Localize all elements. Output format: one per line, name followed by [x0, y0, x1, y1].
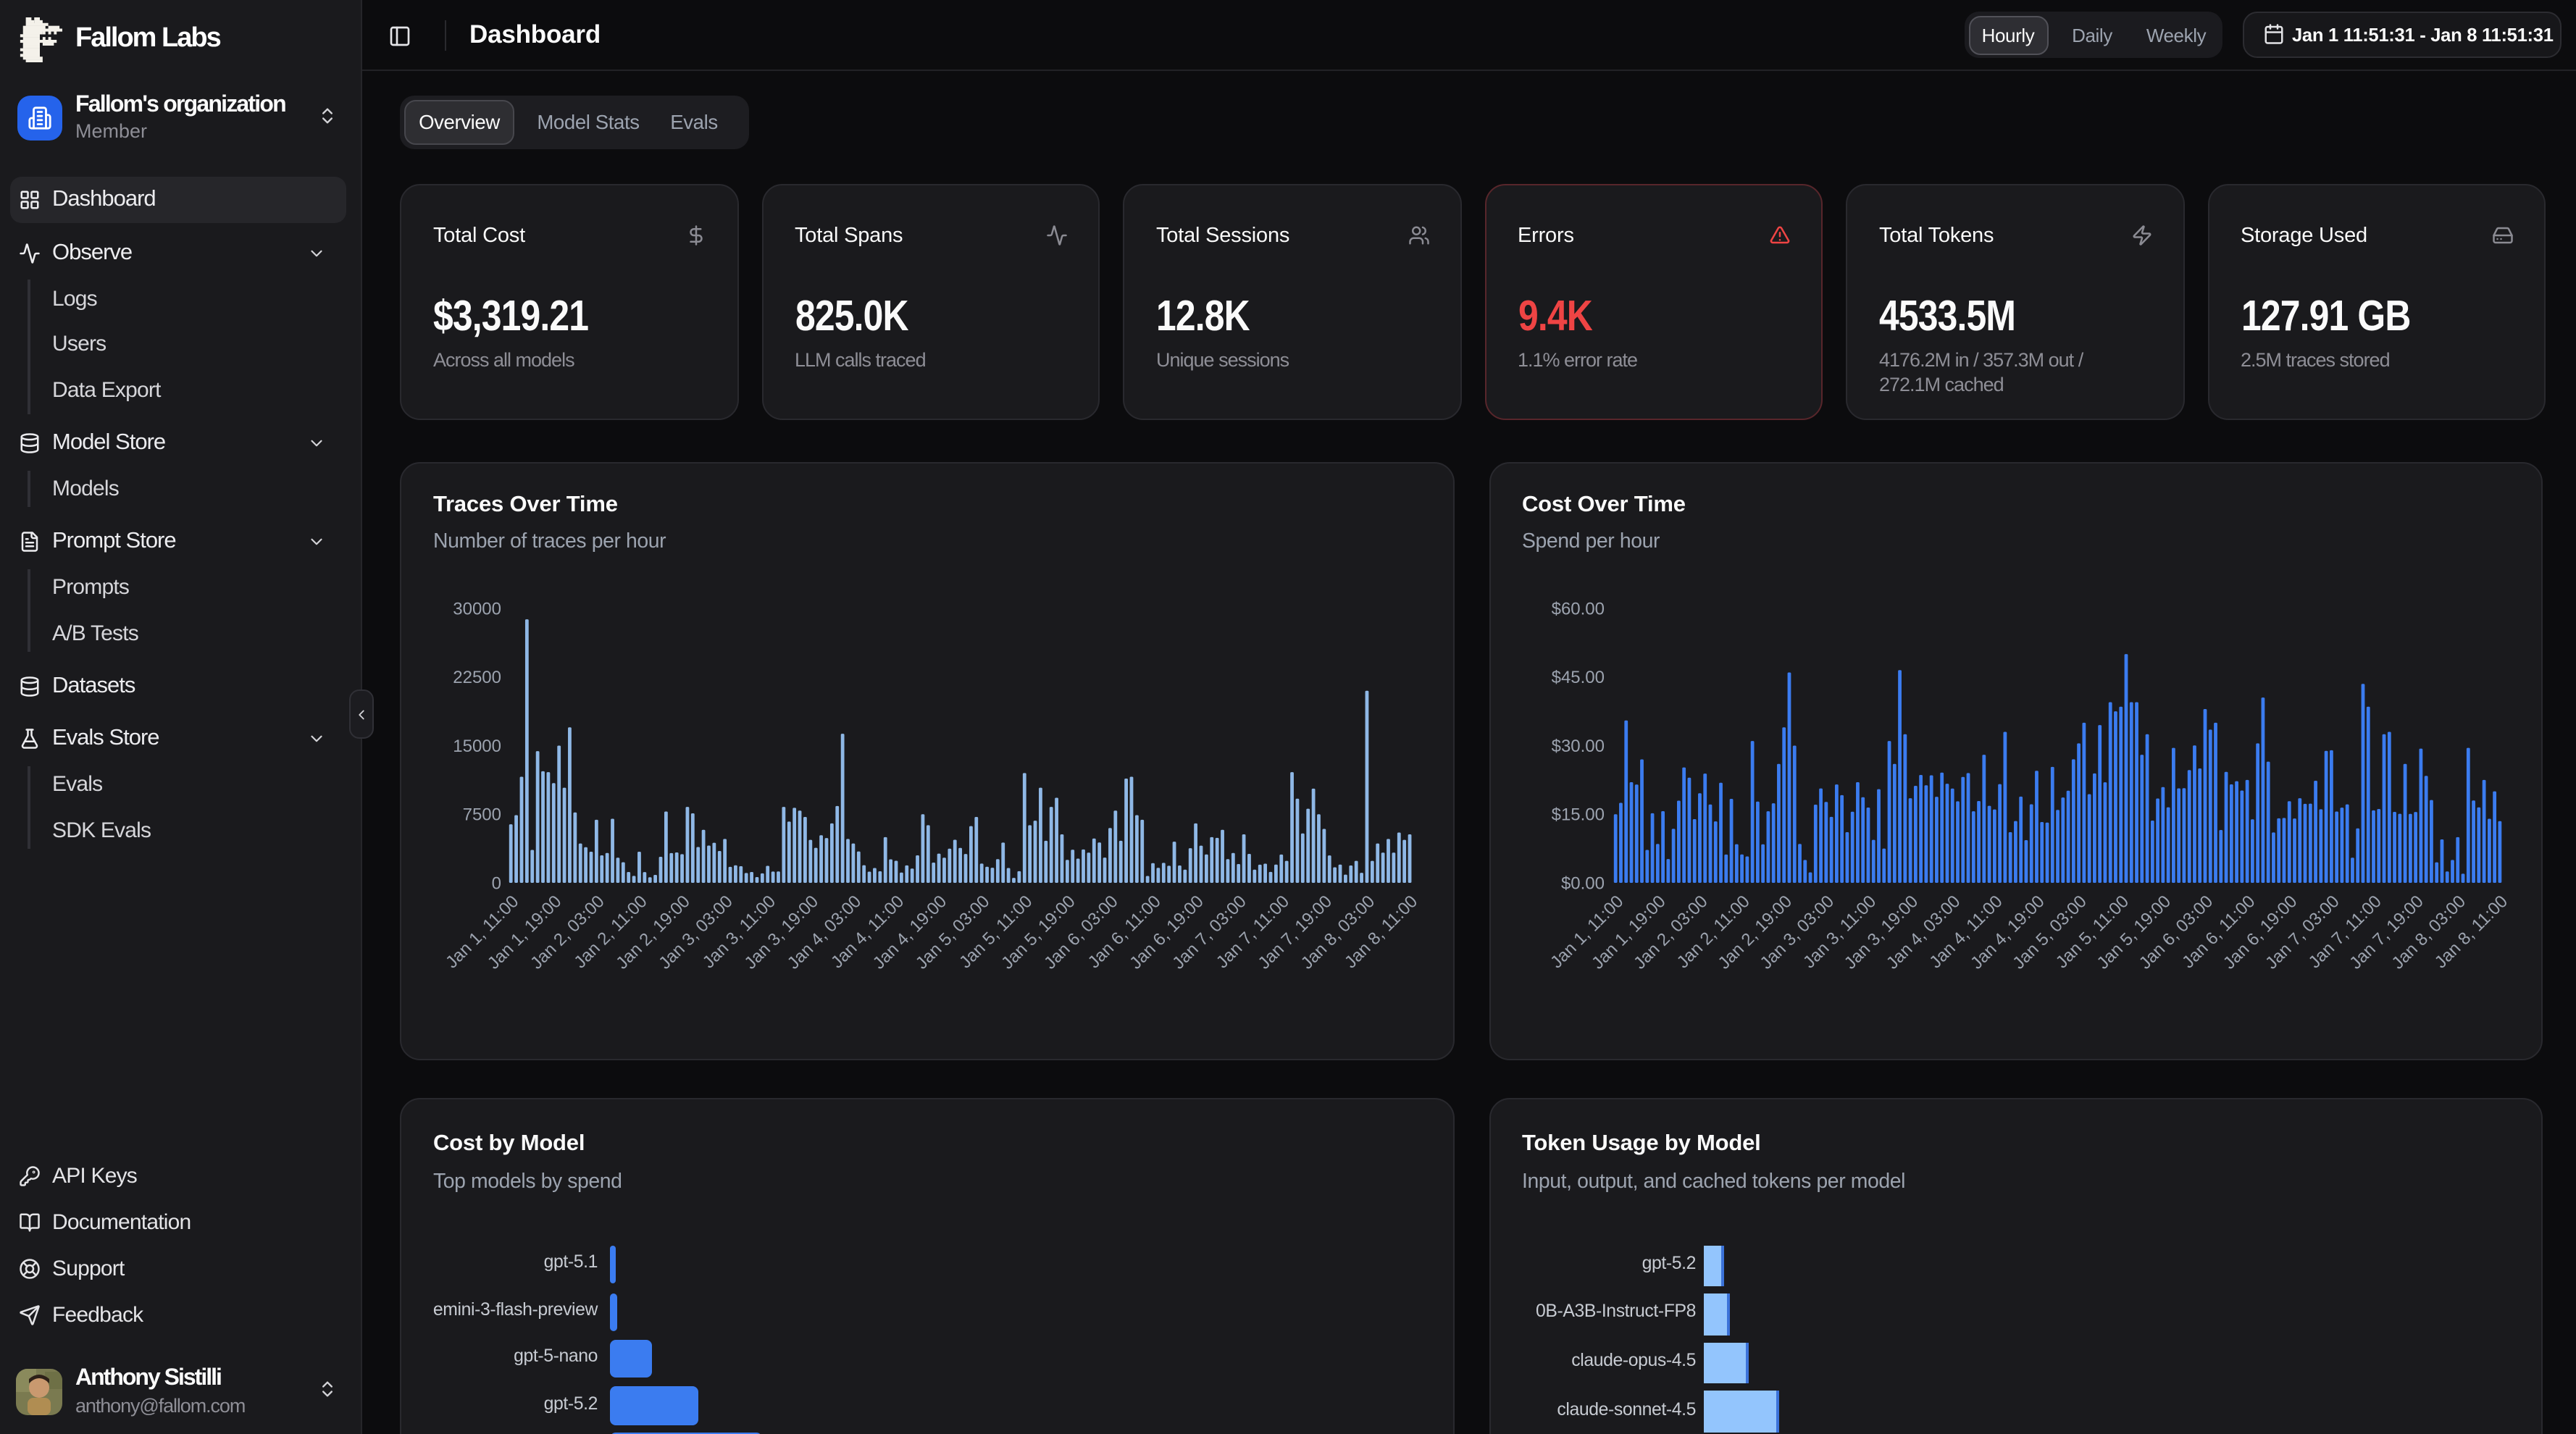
svg-text:0: 0 [492, 873, 501, 893]
svg-text:$45.00: $45.00 [1551, 668, 1604, 687]
svg-text:$0.00: $0.00 [1560, 873, 1604, 893]
svg-text:30000: 30000 [453, 599, 501, 619]
svg-text:$30.00: $30.00 [1551, 737, 1604, 756]
svg-text:22500: 22500 [453, 668, 501, 687]
svg-text:7500: 7500 [463, 805, 501, 825]
svg-text:15000: 15000 [453, 737, 501, 756]
svg-text:$60.00: $60.00 [1551, 599, 1604, 619]
svg-text:$15.00: $15.00 [1551, 805, 1604, 825]
